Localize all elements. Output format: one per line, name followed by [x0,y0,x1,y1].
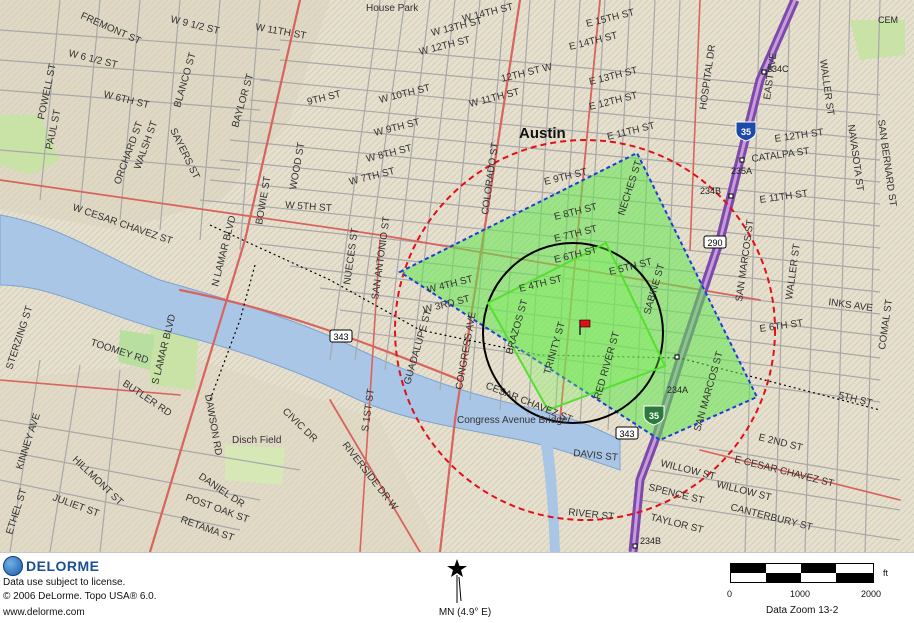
place-label: House Park [366,3,419,14]
corner-label: CEM [878,15,898,25]
copyright-text: © 2006 DeLorme. Topo USA® 6.0. [3,591,157,602]
route-290-shield: 290 [703,235,727,249]
city-label: Austin [519,125,566,142]
svg-text:290: 290 [707,238,722,248]
map-footer: DELORME Data use subject to license. © 2… [0,552,914,623]
website-link[interactable]: www.delorme.com [3,607,85,618]
north-arrow: MN (4.9° E) [430,557,491,618]
north-star-icon [447,559,467,603]
svg-text:343: 343 [333,332,348,342]
map-view[interactable]: 35 35 343 343 290 234C 235A 234B 234A 23… [0,0,914,552]
svg-text:343: 343 [619,429,634,439]
zoom-level: Data Zoom 13-2 [766,605,839,616]
scale-tick: 2000 [861,589,882,599]
route-343-shield: 343 [615,426,639,440]
delorme-logo: DELORME [3,556,103,576]
svg-text:234B: 234B [700,186,721,196]
svg-text:235A: 235A [731,166,752,176]
svg-text:234B: 234B [640,536,661,546]
scale-tick: 1000 [790,589,811,599]
svg-text:35: 35 [649,411,659,421]
svg-text:234A: 234A [667,385,688,395]
map-canvas[interactable]: 35 35 343 343 290 234C 235A 234B 234A 23… [0,0,914,552]
scale-unit: ft [883,568,889,578]
scale-tick: 0 [727,589,733,599]
route-343-shield: 343 [329,329,353,343]
scale-bar: ft 0 1000 2000 Data Zoom 13-2 [727,563,905,618]
globe-icon [3,556,23,576]
license-text: Data use subject to license. [3,577,126,588]
park-area [225,445,285,485]
magnetic-north-label: MN (4.9° E) [438,607,492,618]
logo-wordmark: DELORME [26,558,100,574]
svg-text:35: 35 [741,127,751,137]
scale-bar-graphic [730,563,874,583]
place-label: Disch Field [232,435,281,446]
